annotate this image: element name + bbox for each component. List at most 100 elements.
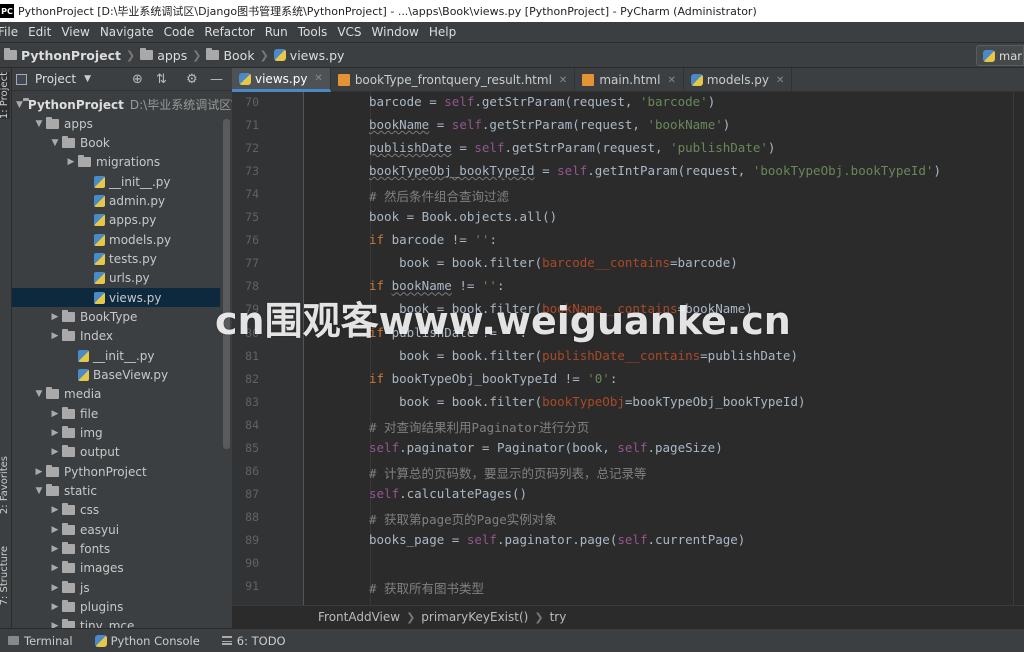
project-tool-tab[interactable]: 1: Project — [0, 72, 10, 120]
editor-breadcrumb-item[interactable]: primaryKeyExist() — [415, 610, 534, 624]
expanded-arrow-icon[interactable]: ▼ — [48, 138, 62, 148]
tree-item[interactable]: ▶ css — [12, 501, 220, 520]
tree-item[interactable]: ▶ easyui — [12, 520, 220, 539]
menu-refactor[interactable]: Refactor — [199, 25, 259, 39]
menu-tools[interactable]: Tools — [293, 25, 333, 39]
collapsed-arrow-icon[interactable]: ▶ — [48, 525, 62, 535]
close-icon[interactable]: ✕ — [559, 75, 567, 86]
nav-crumb[interactable]: apps — [140, 48, 187, 63]
editor-area: views.py ✕ bookType_frontquery_result.html… — [232, 68, 1024, 628]
tree-item[interactable]: BaseView.py — [12, 366, 220, 385]
collapsed-arrow-icon[interactable]: ▶ — [48, 428, 62, 438]
tree-item[interactable]: models.py — [12, 230, 220, 249]
menu-edit[interactable]: Edit — [23, 25, 56, 39]
editor-breadcrumb-item[interactable]: try — [544, 610, 573, 624]
collapsed-arrow-icon[interactable]: ▶ — [48, 583, 62, 593]
project-tree: ▼ PythonProject D:\毕业系统调试区\ ▼ apps ▼ Book ▶ migr… — [12, 91, 232, 628]
code-line: # 获取第page页的Page实例对象 — [369, 509, 557, 528]
menu-window[interactable]: Window — [367, 25, 424, 39]
collapsed-arrow-icon[interactable]: ▶ — [48, 621, 62, 628]
collapsed-arrow-icon[interactable]: ▶ — [48, 544, 62, 554]
close-icon[interactable]: ✕ — [314, 73, 322, 84]
menu-navigate[interactable]: Navigate — [95, 25, 159, 39]
bottom-tool-terminal[interactable]: Terminal — [0, 634, 87, 648]
tree-item[interactable]: ▶ migrations — [12, 153, 220, 172]
collapsed-arrow-icon[interactable]: ▶ — [48, 331, 62, 341]
editor-tab[interactable]: models.py ✕ — [684, 68, 793, 92]
tree-item[interactable]: ▼ apps — [12, 114, 220, 133]
folder-icon — [62, 310, 75, 323]
nav-crumb[interactable]: PythonProject — [4, 48, 121, 63]
tree-item[interactable]: __init__.py — [12, 172, 220, 191]
collapsed-arrow-icon[interactable]: ▶ — [48, 505, 62, 515]
menu-help[interactable]: Help — [424, 25, 461, 39]
bottom-tool-py[interactable]: Python Console — [87, 634, 214, 648]
chevron-down-icon[interactable]: ▼ — [84, 74, 91, 84]
menu-view[interactable]: View — [56, 25, 94, 39]
editor-tab[interactable]: bookType_frontquery_result.html ✕ — [331, 68, 576, 92]
code-token: 'bookName' — [647, 117, 723, 133]
tree-item[interactable]: ▼ static — [12, 482, 220, 501]
collapsed-arrow-icon[interactable]: ▶ — [48, 563, 62, 573]
editor-breadcrumb-item[interactable]: FrontAddView — [312, 610, 406, 624]
close-icon[interactable]: ✕ — [776, 75, 784, 86]
structure-tool-tab[interactable]: 7: Structure — [0, 546, 10, 605]
tree-item[interactable]: ▼ Book — [12, 134, 220, 153]
tree-item[interactable]: ▶ fonts — [12, 540, 220, 559]
code-token: ) — [722, 117, 731, 133]
tree-item[interactable]: ▶ img — [12, 424, 220, 443]
collapsed-arrow-icon[interactable]: ▶ — [48, 312, 62, 322]
editor-tab[interactable]: main.html ✕ — [575, 68, 684, 92]
tree-item[interactable]: __init__.py — [12, 346, 220, 365]
code-token: barcode != — [391, 232, 475, 248]
menu-code[interactable]: Code — [159, 25, 200, 39]
tree-item[interactable]: ▶ plugins — [12, 598, 220, 617]
line-number: 76 — [245, 233, 259, 248]
expanded-arrow-icon[interactable]: ▼ — [32, 389, 46, 399]
expanded-arrow-icon[interactable]: ▼ — [16, 100, 23, 110]
tree-item[interactable]: ▶ js — [12, 578, 220, 597]
tree-item[interactable]: ▶ Index — [12, 327, 220, 346]
tree-item[interactable]: admin.py — [12, 192, 220, 211]
nav-crumb[interactable]: views.py — [273, 48, 344, 63]
expanded-arrow-icon[interactable]: ▼ — [32, 486, 46, 496]
favorites-tool-tab[interactable]: 2: Favorites — [0, 456, 10, 514]
tree-item-label: PythonProject — [27, 97, 124, 112]
tree-item[interactable]: ▶ BookType — [12, 308, 220, 327]
expanded-arrow-icon[interactable]: ▼ — [32, 119, 46, 129]
tree-item[interactable]: tests.py — [12, 250, 220, 269]
collapsed-arrow-icon[interactable]: ▶ — [64, 157, 78, 167]
menu-run[interactable]: Run — [260, 25, 293, 39]
close-icon[interactable]: ✕ — [667, 75, 675, 86]
gear-icon[interactable]: ⚙ — [186, 72, 198, 87]
tree-item[interactable]: ▶ PythonProject — [12, 462, 220, 481]
tree-item[interactable]: ▶ images — [12, 559, 220, 578]
nav-crumb[interactable]: Book — [206, 48, 255, 63]
tree-item[interactable]: ▼ media — [12, 385, 220, 404]
collapsed-arrow-icon[interactable]: ▶ — [48, 447, 62, 457]
collapse-all-icon[interactable]: ⇅ — [156, 72, 167, 87]
locate-icon[interactable]: ⊕ — [132, 72, 143, 87]
code-token: self — [451, 117, 482, 133]
bottom-tool-list[interactable]: 6: TODO — [214, 634, 300, 648]
run-config-selector[interactable]: mar — [976, 45, 1024, 66]
code-token: publishDate__contains — [542, 347, 701, 363]
tree-item[interactable]: urls.py — [12, 269, 220, 288]
python-console-icon — [94, 634, 107, 647]
menu-vcs[interactable]: VCS — [332, 25, 366, 39]
tree-item[interactable]: ▶ tiny_mce — [12, 617, 220, 628]
collapsed-arrow-icon[interactable]: ▶ — [48, 409, 62, 419]
hide-panel-icon[interactable]: — — [210, 72, 223, 87]
project-view-selector[interactable]: Project — [35, 72, 76, 86]
code-editor[interactable]: barcode = self.getStrParam(request, 'bar… — [305, 92, 1024, 605]
tree-item[interactable]: ▶ file — [12, 404, 220, 423]
tree-item[interactable]: ▶ output — [12, 443, 220, 462]
editor-tab[interactable]: views.py ✕ — [232, 68, 331, 92]
collapsed-arrow-icon[interactable]: ▶ — [48, 602, 62, 612]
tree-item[interactable]: apps.py — [12, 211, 220, 230]
collapsed-arrow-icon[interactable]: ▶ — [32, 467, 46, 477]
tree-item[interactable]: views.py — [12, 288, 220, 308]
code-line: book = book.filter(barcode__contains=bar… — [369, 255, 738, 270]
menu-file[interactable]: File — [0, 25, 23, 39]
tree-item[interactable]: ▼ PythonProject D:\毕业系统调试区\ — [12, 95, 232, 114]
